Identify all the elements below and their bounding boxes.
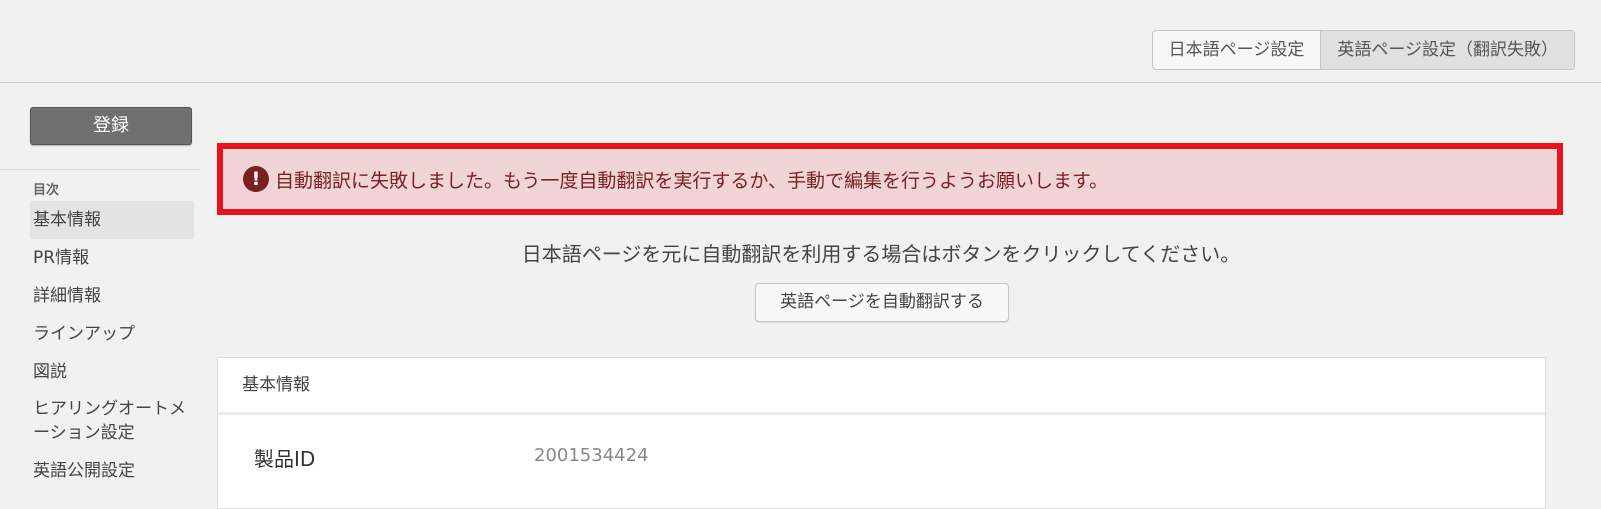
auto-translate-button[interactable]: 英語ページを自動翻訳する [755,283,1009,322]
toc-item-details[interactable]: 詳細情報 [30,277,194,315]
toc-item-basic-info[interactable]: 基本情報 [30,201,194,239]
toc-item-hearing-automation[interactable]: ヒアリングオートメーション設定 [30,391,194,452]
top-bar: 日本語ページ設定 英語ページ設定（翻訳失敗） [0,0,1601,83]
field-row-product-id: 製品ID 2001534424 [218,415,1545,495]
error-message: 自動翻訳に失敗しました。もう一度自動翻訳を実行するか、手動で編集を行うようお願い… [275,169,1109,192]
sidebar-divider [0,169,200,170]
tab-english-page-settings[interactable]: 英語ページ設定（翻訳失敗） [1320,31,1574,69]
toc-item-pr-info[interactable]: PR情報 [30,239,194,277]
sidebar: 登録 目次 基本情報 PR情報 詳細情報 ラインアップ 図説 ヒアリングオートメ… [0,83,200,501]
basic-info-panel: 基本情報 製品ID 2001534424 [217,357,1546,509]
field-label: 製品ID [254,447,316,471]
exclamation-icon: ! [243,166,269,192]
toc-list: 基本情報 PR情報 詳細情報 ラインアップ 図説 ヒアリングオートメーション設定… [30,201,194,490]
language-tabs: 日本語ページ設定 英語ページ設定（翻訳失敗） [1151,30,1575,70]
toc-item-illustrations[interactable]: 図説 [30,353,194,391]
toc-item-english-publish[interactable]: 英語公開設定 [30,452,194,490]
panel-title: 基本情報 [218,358,1545,415]
tab-japanese-page-settings[interactable]: 日本語ページ設定 [1153,31,1321,69]
register-button[interactable]: 登録 [30,107,192,145]
error-alert: ! 自動翻訳に失敗しました。もう一度自動翻訳を実行するか、手動で編集を行うようお… [217,143,1563,215]
auto-translate-instruction: 日本語ページを元に自動翻訳を利用する場合はボタンをクリックしてください。 [521,242,1241,266]
toc-item-lineup[interactable]: ラインアップ [30,315,194,353]
field-value: 2001534424 [534,445,649,466]
toc-heading: 目次 [33,183,60,198]
